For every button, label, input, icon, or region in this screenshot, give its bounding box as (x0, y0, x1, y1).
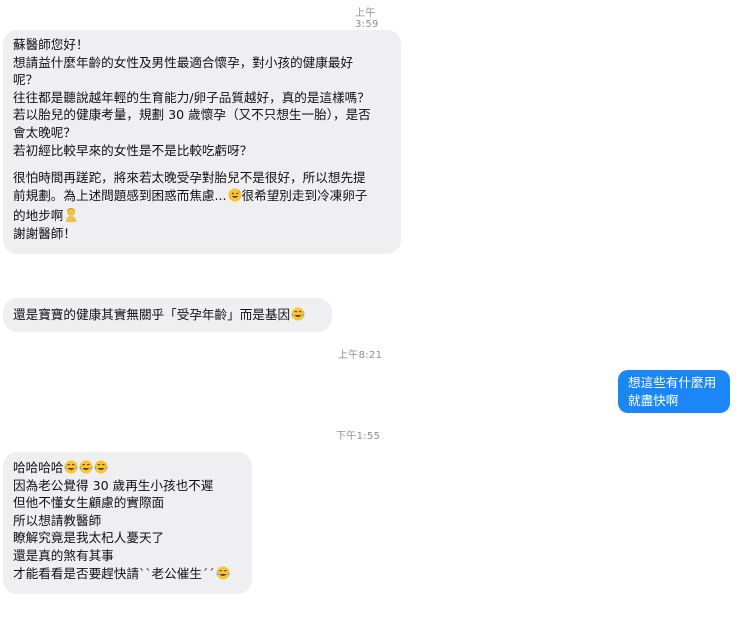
face-with-tears-of-joy-icon (94, 460, 108, 474)
message-line: 才能看看是否要趕快請``老公催生´´ (13, 565, 242, 583)
message-line: 想這些有什麼用 (628, 375, 717, 390)
message-line: 哈哈哈哈 (13, 459, 242, 477)
message-fragment: 前規劃。為上述問題感到困惑而焦慮... (13, 187, 227, 203)
message-line: 所以想請教醫師 (13, 512, 102, 528)
message-line: 若初經比較早來的女性是不是比較吃虧呀？ (13, 142, 253, 158)
person-icon (64, 207, 78, 223)
timestamp-text: 上午3:59 (355, 8, 379, 30)
timestamp: 下午1:55 (336, 427, 396, 442)
message-line: 因為老公覺得 30 歲再生小孩也不遲 (13, 477, 214, 493)
message-line: 還是寶寶的健康其實無關乎「受孕年齡」而是基因 (13, 306, 322, 324)
timestamp: 上午8:21 (338, 346, 398, 361)
incoming-message[interactable]: 蘇醫師您好！ 想請益什麼年齡的女性及男性最適合懷孕，對小孩的健康最好 呢？ 往往… (3, 30, 401, 254)
message-fragment: 哈哈哈哈 (13, 460, 64, 475)
message-line: 還是真的煞有其事 (13, 547, 114, 563)
message-line: 就盡快啊 (628, 392, 679, 408)
message-fragment: 的地步啊 (13, 208, 64, 224)
message-line: 想請益什麼年齡的女性及男性最適合懷孕，對小孩的健康最好 (13, 54, 354, 70)
message-line: 呢？ (13, 72, 39, 88)
face-with-tears-of-joy-icon (216, 566, 230, 580)
message-line: 的地步啊 (13, 207, 391, 225)
message-fragment: 很希望別走到冷凍卵子 (241, 187, 368, 203)
face-with-tears-of-joy-icon (291, 307, 305, 321)
message-line: 謝謝醫師！ (13, 225, 76, 241)
outgoing-message[interactable]: 想這些有什麼用 就盡快啊 (618, 370, 730, 413)
message-fragment: 才能看看是否要趕快請``老公催生´´ (13, 565, 215, 581)
message-line: 瞭解究竟是我太杞人憂天了 (13, 530, 165, 546)
message-fragment: 還是寶寶的健康其實無關乎「受孕年齡」而是基因 (13, 307, 291, 322)
message-line: 會太晚呢？ (13, 124, 76, 140)
incoming-message[interactable]: 還是寶寶的健康其實無關乎「受孕年齡」而是基因 (3, 298, 332, 332)
timestamp-text: 上午8:21 (338, 350, 383, 361)
message-line: 往往都是聽說越年輕的生育能力/卵子品質越好，真的是這樣嗎？ (13, 89, 370, 105)
timestamp-text: 下午1:55 (336, 431, 381, 442)
message-line: 很怕時間再蹉跎，將來若太晚受孕對胎兒不是很好，所以想先提 (13, 170, 366, 186)
message-line: 蘇醫師您好！ (13, 37, 89, 52)
message-line: 若以胎兒的健康考量，規劃 30 歲懷孕（又不只想生一胎），是否 (13, 107, 371, 123)
face-with-tears-of-joy-icon (79, 460, 93, 474)
grinning-sweat-icon (228, 188, 242, 202)
timestamp: 上午3:59 (355, 4, 395, 30)
message-line: 但他不懂女生顧慮的實際面 (13, 495, 165, 511)
message-line: 前規劃。為上述問題感到困惑而焦慮... 很希望別走到冷凍卵子 (13, 187, 391, 205)
face-with-tears-of-joy-icon (64, 460, 78, 474)
incoming-message[interactable]: 哈哈哈哈 因為老公覺得 30 歲再生小孩也不遲 但他不懂女生顧慮的實際面 所以想… (3, 452, 252, 594)
